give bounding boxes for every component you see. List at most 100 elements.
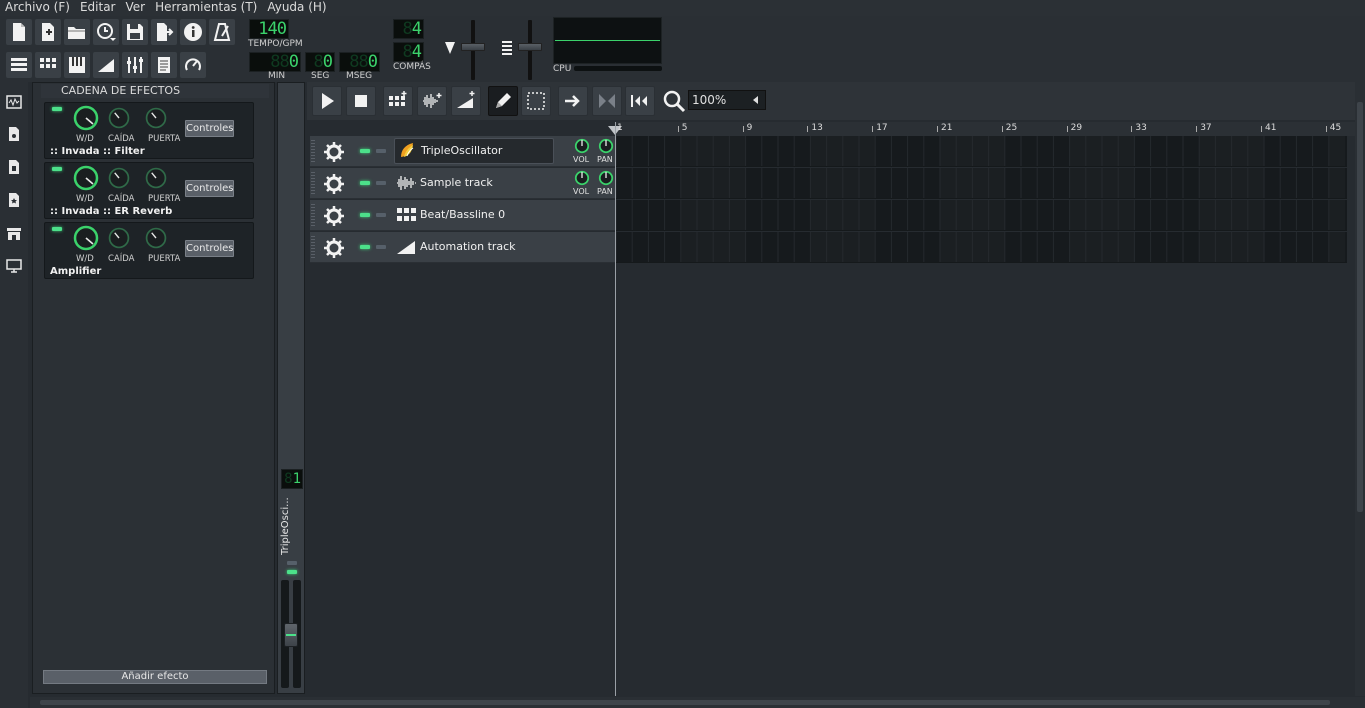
open-project-button[interactable]	[64, 19, 90, 45]
my-samples-icon[interactable]	[6, 94, 22, 110]
menu-herramientas[interactable]: Herramientas (T)	[150, 0, 262, 16]
gear-icon[interactable]	[323, 237, 345, 259]
mixer-mute-led[interactable]	[287, 561, 297, 565]
timeline-ruler[interactable]: 1 5 9 13 17 21 25 29 33 37 41 45	[608, 122, 1355, 136]
piano-roll-button[interactable]	[64, 52, 90, 78]
track-mute-led[interactable]	[360, 181, 370, 185]
track-pan-knob[interactable]	[598, 138, 614, 154]
track-mute-led[interactable]	[360, 213, 370, 217]
fx-channel-display[interactable]: 81	[281, 469, 303, 489]
fx-knob-decay[interactable]	[107, 106, 131, 130]
track-pattern-lane[interactable]	[616, 136, 1347, 167]
master-pitch-slider[interactable]	[518, 43, 542, 51]
recent-projects-button[interactable]	[93, 19, 119, 45]
add-automation-track-button[interactable]	[451, 86, 481, 116]
fx-knob-decay[interactable]	[107, 166, 131, 190]
metronome-button[interactable]	[209, 19, 235, 45]
fx-controls-button[interactable]: Controles	[185, 180, 234, 197]
stop-button[interactable]	[346, 86, 376, 116]
fx-unit-enable-led[interactable]	[52, 167, 62, 171]
gear-icon[interactable]	[323, 141, 345, 163]
song-editor-icon	[11, 58, 27, 71]
gear-icon[interactable]	[323, 205, 345, 227]
stop-behaviour-button[interactable]	[625, 86, 655, 116]
track-drag-handle[interactable]	[311, 204, 315, 226]
fx-mixer-button[interactable]	[122, 52, 148, 78]
track-row[interactable]: Beat/Bassline 0	[310, 200, 615, 231]
menu-ver[interactable]: Ver	[120, 0, 150, 16]
song-editor-button[interactable]	[6, 52, 32, 78]
root-directory-icon[interactable]	[6, 258, 22, 274]
new-from-template-button[interactable]	[35, 19, 61, 45]
edit-mode-button[interactable]	[521, 86, 551, 116]
track-solo-led[interactable]	[376, 245, 386, 249]
export-button[interactable]	[151, 19, 177, 45]
fx-controls-button[interactable]: Controles	[185, 240, 234, 257]
fx-unit[interactable]: W/D CAÍDA PUERTA Controles:: Invada :: ER R…	[44, 162, 254, 219]
zoom-combobox[interactable]: 100%	[688, 90, 766, 110]
draw-mode-button[interactable]	[488, 86, 518, 116]
master-volume-slider[interactable]	[461, 43, 485, 51]
track-mute-led[interactable]	[360, 245, 370, 249]
track-row[interactable]: TripleOscillator VOL PAN	[310, 136, 615, 167]
fx-knob-wet-dry[interactable]	[72, 224, 100, 252]
automation-editor-button[interactable]	[93, 52, 119, 78]
track-drag-handle[interactable]	[311, 236, 315, 258]
mixer-active-led[interactable]	[287, 570, 297, 574]
vertical-scrollbar[interactable]	[1355, 82, 1365, 696]
my-projects-icon[interactable]	[6, 159, 22, 175]
my-favorites-icon[interactable]	[6, 192, 22, 208]
track-row[interactable]: Sample track VOL PAN	[310, 168, 615, 199]
timesig-denominator[interactable]: 84	[393, 42, 424, 62]
track-vol-knob[interactable]	[574, 138, 590, 154]
track-solo-led[interactable]	[376, 213, 386, 217]
my-presets-icon[interactable]	[6, 126, 22, 142]
fx-knob-wet-dry[interactable]	[72, 164, 100, 192]
vertical-scroll-thumb[interactable]	[1357, 102, 1363, 512]
oscilloscope[interactable]	[553, 17, 662, 64]
menu-editar[interactable]: Editar	[75, 0, 121, 16]
controller-rack-button[interactable]	[180, 52, 206, 78]
horizontal-scroll-thumb[interactable]	[40, 700, 1330, 705]
fx-unit[interactable]: W/D CAÍDA PUERTA Controles Amplifier	[44, 222, 254, 279]
menu-ayuda[interactable]: Ayuda (H)	[262, 0, 331, 16]
track-pattern-lane[interactable]	[616, 232, 1347, 263]
track-drag-handle[interactable]	[311, 172, 315, 194]
fx-unit[interactable]: W/D CAÍDA PUERTA Controles:: Invada :: Filt…	[44, 102, 254, 159]
menu-archivo[interactable]: Archivo (F)	[0, 0, 75, 16]
gear-icon[interactable]	[323, 173, 345, 195]
new-project-button[interactable]	[6, 19, 32, 45]
fx-unit-enable-led[interactable]	[52, 227, 62, 231]
horizontal-scrollbar[interactable]	[30, 697, 1365, 708]
my-home-icon[interactable]	[6, 225, 22, 241]
add-effect-button[interactable]: Añadir efecto	[43, 670, 267, 684]
volume-fader[interactable]	[284, 623, 298, 647]
what-is-this-button[interactable]	[180, 19, 206, 45]
timesig-numerator[interactable]: 84	[393, 19, 424, 39]
fx-controls-button[interactable]: Controles	[185, 120, 234, 137]
track-row[interactable]: Automation track	[310, 232, 615, 263]
track-vol-knob[interactable]	[574, 170, 590, 186]
track-pattern-lane[interactable]	[616, 168, 1347, 199]
track-solo-led[interactable]	[376, 181, 386, 185]
tempo-display[interactable]: 140	[249, 19, 289, 39]
add-sample-track-button[interactable]	[417, 86, 447, 116]
play-button[interactable]	[312, 86, 342, 116]
track-pan-knob[interactable]	[598, 170, 614, 186]
autoscroll-button[interactable]	[558, 86, 588, 116]
beat-bassline-editor-button[interactable]	[35, 52, 61, 78]
project-notes-button[interactable]	[151, 52, 177, 78]
track-pattern-lane[interactable]	[616, 200, 1347, 231]
fx-unit-enable-led[interactable]	[52, 107, 62, 111]
fx-knob-gate[interactable]	[144, 226, 168, 250]
fx-knob-wet-dry[interactable]	[72, 104, 100, 132]
track-mute-led[interactable]	[360, 149, 370, 153]
fx-knob-gate[interactable]	[144, 166, 168, 190]
save-project-button[interactable]	[122, 19, 148, 45]
loop-points-button[interactable]	[592, 86, 622, 116]
track-solo-led[interactable]	[376, 149, 386, 153]
fx-knob-gate[interactable]	[144, 106, 168, 130]
fx-knob-decay[interactable]	[107, 226, 131, 250]
track-drag-handle[interactable]	[311, 140, 315, 162]
add-beat-bassline-button[interactable]	[383, 86, 413, 116]
